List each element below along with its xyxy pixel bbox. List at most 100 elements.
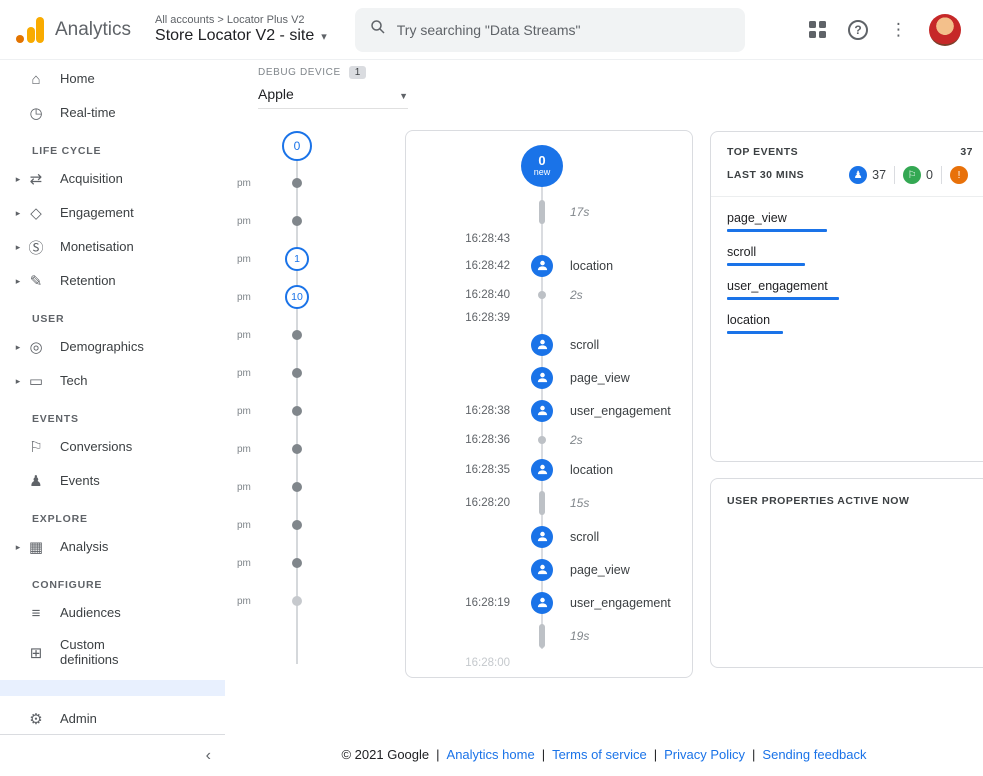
sidebar-item[interactable]: LIFE CYCLE [0, 130, 225, 162]
minute-marker[interactable] [292, 520, 302, 530]
sidebar-item[interactable]: ⚙ Admin [0, 702, 225, 736]
help-icon[interactable] [848, 20, 868, 40]
expand-arrow-icon[interactable]: ▸ [10, 376, 26, 387]
sidebar-item[interactable]: ♟ Events [0, 464, 225, 498]
sidebar-item[interactable]: ▸ ▭ Tech [0, 364, 225, 398]
expand-arrow-icon[interactable]: ▸ [10, 542, 26, 553]
sidebar-item-label: EXPLORE [32, 513, 88, 525]
user-icon: ♟ [849, 166, 867, 184]
top-event-name[interactable]: page_view [727, 211, 973, 225]
sidebar-item[interactable]: ▸ ◇ Engagement [0, 196, 225, 230]
gap-segment [539, 624, 545, 648]
minute-marker[interactable] [292, 596, 302, 606]
top-event-row[interactable]: page_view [727, 211, 973, 232]
event-name[interactable]: user_engagement [570, 404, 671, 418]
collapse-sidebar-icon[interactable] [206, 747, 211, 765]
sidebar-item[interactable]: ▸ ▦ Analysis [0, 530, 225, 564]
footer-link[interactable]: Analytics home [447, 747, 535, 762]
debug-event-user-icon[interactable] [531, 255, 553, 277]
event-name[interactable]: scroll [570, 530, 599, 544]
analytics-home-link[interactable]: Analytics [16, 15, 131, 45]
top-event-name[interactable]: user_engagement [727, 279, 973, 293]
minute-marker[interactable]: 0 [282, 131, 312, 161]
event-name[interactable]: user_engagement [570, 596, 671, 610]
user-properties-title: USER PROPERTIES ACTIVE NOW [711, 479, 983, 523]
new-events-badge[interactable]: 0 new [521, 145, 563, 187]
property-selector[interactable]: Store Locator V2 - site [155, 27, 327, 45]
debug-event-user-icon[interactable] [531, 559, 553, 581]
account-property-block: All accounts > Locator Plus V2 Store Loc… [155, 14, 327, 45]
footer-link[interactable]: Privacy Policy [664, 747, 745, 762]
minute-marker[interactable] [292, 482, 302, 492]
minute-marker[interactable] [292, 406, 302, 416]
event-name[interactable]: page_view [570, 371, 630, 385]
gap-duration: 15s [570, 496, 589, 510]
minute-marker[interactable] [292, 216, 302, 226]
sidebar-item[interactable]: CONFIGURE [0, 564, 225, 596]
expand-arrow-icon[interactable]: ▸ [10, 208, 26, 219]
expand-arrow-icon[interactable]: ▸ [10, 276, 26, 287]
minute-label: pm [237, 520, 267, 531]
minute-row: pm [237, 316, 327, 354]
expand-arrow-icon[interactable]: ▸ [10, 174, 26, 185]
event-name[interactable]: page_view [570, 563, 630, 577]
footer: © 2021 GoogleAnalytics homeTerms of serv… [225, 747, 983, 762]
debug-event-user-icon[interactable] [531, 334, 553, 356]
top-event-row[interactable]: user_engagement [727, 279, 973, 300]
debug-device-select[interactable]: Apple [258, 86, 408, 109]
event-name[interactable]: location [570, 259, 613, 273]
minute-marker[interactable] [292, 368, 302, 378]
top-event-name[interactable]: location [727, 313, 973, 327]
sidebar-item[interactable]: ◷ Real-time [0, 96, 225, 130]
more-options-icon[interactable] [890, 20, 907, 40]
sidebar-item[interactable]: ▸ ✎ Retention [0, 264, 225, 298]
sidebar-item[interactable]: ⌂ Home [0, 62, 225, 96]
sidebar-item[interactable]: ▸ ⇄ Acquisition [0, 162, 225, 196]
event-name[interactable]: scroll [570, 338, 599, 352]
top-event-name[interactable]: scroll [727, 245, 973, 259]
minute-marker[interactable] [292, 558, 302, 568]
user-avatar[interactable] [929, 14, 961, 46]
minute-marker[interactable] [292, 444, 302, 454]
sidebar-item-label: Admin [60, 712, 97, 727]
minute-row: pm [237, 544, 327, 582]
sidebar-item[interactable]: ≡ Audiences [0, 596, 225, 630]
debug-event-user-icon[interactable] [531, 459, 553, 481]
expand-arrow-icon[interactable]: ▸ [10, 342, 26, 353]
minute-label: pm [237, 254, 267, 265]
sidebar-item[interactable]: ⊞ Custom definitions [0, 630, 225, 676]
sidebar-item-label: Home [60, 72, 95, 87]
minute-marker[interactable] [292, 330, 302, 340]
sidebar-item[interactable]: EXPLORE [0, 498, 225, 530]
minute-marker[interactable]: 1 [285, 247, 309, 271]
debug-event-user-icon[interactable] [531, 367, 553, 389]
gap-duration: 17s [570, 205, 589, 219]
footer-link[interactable]: Terms of service [552, 747, 647, 762]
debug-event-user-icon[interactable] [531, 526, 553, 548]
minute-row: pm [237, 164, 327, 202]
search-input[interactable] [397, 22, 731, 38]
top-event-row[interactable]: scroll [727, 245, 973, 266]
sidebar-item[interactable]: EVENTS [0, 398, 225, 430]
debug-event-user-icon[interactable] [531, 592, 553, 614]
top-event-row[interactable]: location [727, 313, 973, 334]
minute-event-count: 1 [294, 253, 300, 265]
event-name[interactable]: location [570, 463, 613, 477]
minute-label: pm [237, 330, 267, 341]
stream-row: 16:28:20 15s [406, 486, 692, 520]
minute-marker[interactable]: 10 [285, 285, 309, 309]
sidebar-item[interactable] [0, 680, 225, 696]
sidebar-item[interactable]: USER [0, 298, 225, 330]
sidebar-item[interactable]: ▸ ◎ Demographics [0, 330, 225, 364]
sidebar-item[interactable]: ▸ Ⓢ Monetisation [0, 230, 225, 264]
breadcrumb[interactable]: All accounts > Locator Plus V2 [155, 14, 327, 26]
apps-grid-icon[interactable] [809, 21, 826, 38]
seconds-stream-card: 0 new 17s [405, 130, 693, 678]
minute-marker[interactable] [292, 178, 302, 188]
stream-row: 16:28:43 [406, 229, 692, 249]
sidebar-item[interactable]: ⚐ Conversions [0, 430, 225, 464]
expand-arrow-icon[interactable]: ▸ [10, 242, 26, 253]
debug-event-user-icon[interactable] [531, 400, 553, 422]
footer-link[interactable]: Sending feedback [762, 747, 866, 762]
search-bar[interactable] [355, 8, 745, 52]
